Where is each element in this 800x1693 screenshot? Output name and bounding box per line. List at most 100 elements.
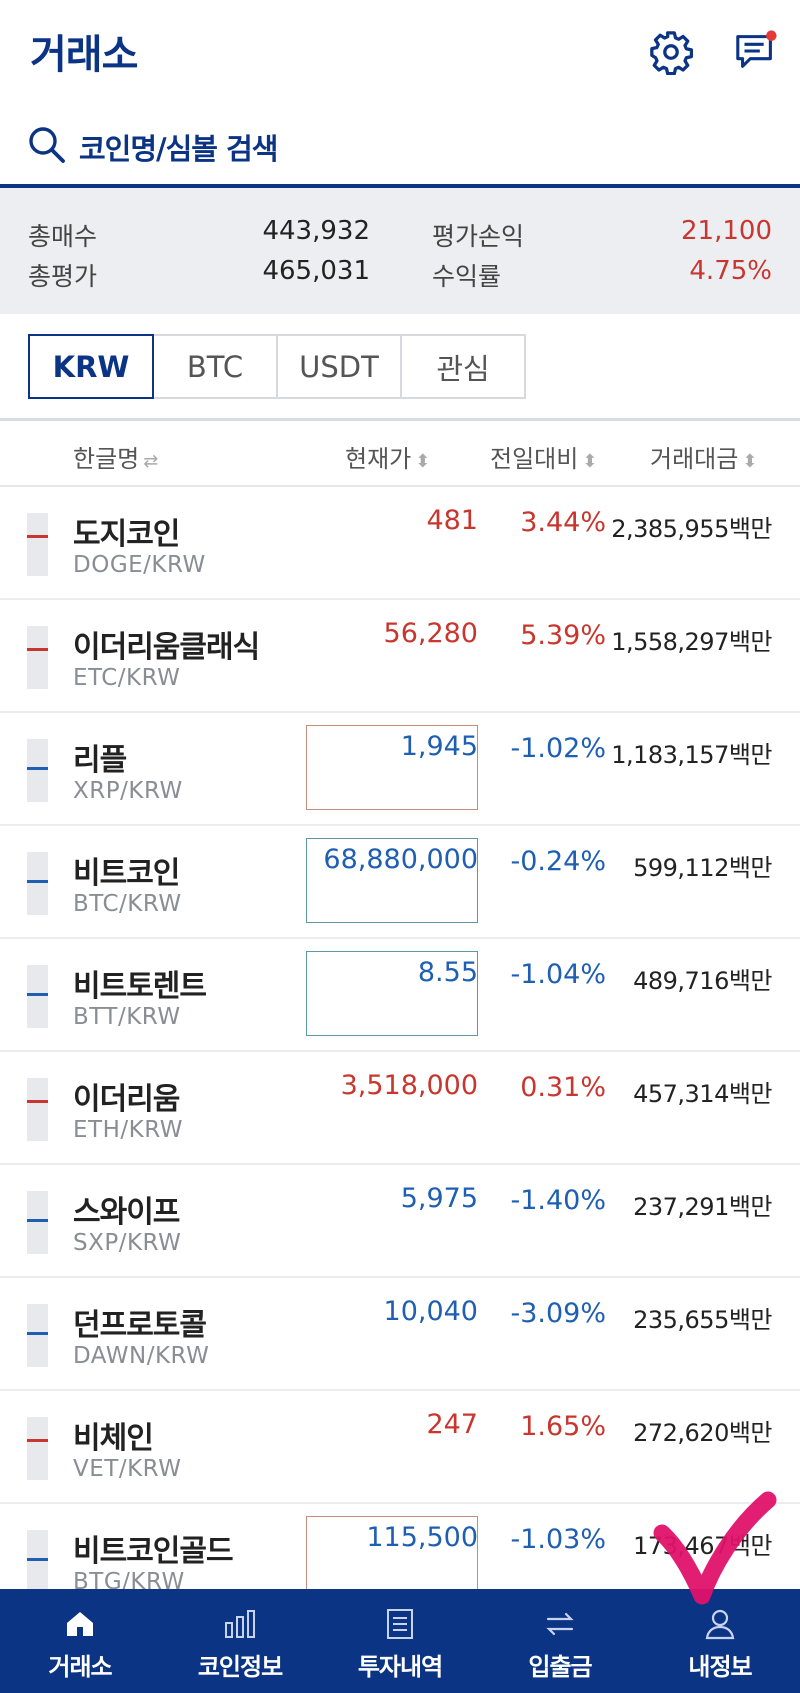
mini-candle-chart bbox=[27, 1304, 48, 1367]
pnl-value: 21,100 bbox=[681, 216, 772, 246]
sort-change-header[interactable]: 전일대비 ⬍ bbox=[490, 439, 597, 474]
search-input[interactable]: 코인명/심볼 검색 bbox=[79, 126, 278, 168]
coin-row[interactable]: 비체인 VET/KRW 247 1.65% 272,620백만 bbox=[0, 1391, 800, 1504]
mini-candle-chart bbox=[27, 513, 48, 576]
nav-coin-info-label: 코인정보 bbox=[197, 1653, 283, 1681]
mini-candle-line bbox=[27, 880, 48, 883]
coin-symbol: BTT/KRW bbox=[73, 1004, 181, 1030]
coin-name: 스와이프 bbox=[73, 1195, 180, 1230]
coin-price: 10,040 bbox=[383, 1296, 478, 1327]
column-header: 한글명 ⇄ 현재가 ⬍ 전일대비 ⬍ 거래대금 ⬍ bbox=[0, 421, 800, 487]
home-icon bbox=[67, 1612, 93, 1636]
mini-candle-chart bbox=[27, 739, 48, 802]
coin-volume: 235,655백만 bbox=[633, 1306, 772, 1334]
coin-symbol: XRP/KRW bbox=[73, 778, 183, 804]
nav-history-label: 투자내역 bbox=[357, 1653, 443, 1681]
coin-row[interactable]: 이더리움클래식 ETC/KRW 56,280 5.39% 1,558,297백만 bbox=[0, 600, 800, 713]
coin-name: 이더리움 bbox=[73, 1082, 180, 1117]
coin-symbol: ETH/KRW bbox=[73, 1117, 183, 1143]
mini-candle-line bbox=[27, 1558, 48, 1561]
coin-change: -1.40% bbox=[510, 1185, 606, 1216]
sort-icon: ⬍ bbox=[415, 451, 431, 472]
sort-icon: ⬍ bbox=[582, 451, 598, 472]
coin-price: 481 bbox=[426, 505, 478, 536]
tab-krw[interactable]: KRW bbox=[28, 334, 154, 399]
nav-history[interactable]: 투자내역 bbox=[320, 1589, 480, 1693]
nav-my-info[interactable]: 내정보 bbox=[640, 1589, 800, 1693]
mini-candle-line bbox=[27, 1439, 48, 1442]
coin-price: 68,880,000 bbox=[323, 844, 478, 875]
column-volume-label: 거래대금 bbox=[650, 445, 739, 473]
user-icon bbox=[705, 1609, 735, 1640]
tab-usdt[interactable]: USDT bbox=[276, 334, 402, 399]
coin-price: 1,945 bbox=[400, 731, 478, 762]
coin-name: 비트코인골드 bbox=[73, 1534, 234, 1569]
coin-row[interactable]: 비트토렌트 BTT/KRW 8.55 -1.04% 489,716백만 bbox=[0, 939, 800, 1052]
coin-row[interactable]: 비트코인 BTC/KRW 68,880,000 -0.24% 599,112백만 bbox=[0, 826, 800, 939]
coin-volume: 1,183,157백만 bbox=[611, 741, 772, 769]
return-label: 수익률 bbox=[432, 262, 502, 291]
coin-price: 56,280 bbox=[383, 618, 478, 649]
column-name-label: 한글명 bbox=[73, 445, 140, 473]
coin-volume: 599,112백만 bbox=[633, 854, 772, 882]
coin-volume: 1,558,297백만 bbox=[611, 628, 772, 656]
coin-symbol: DAWN/KRW bbox=[73, 1343, 210, 1369]
mini-candle-chart bbox=[27, 965, 48, 1028]
total-buy-label: 총매수 bbox=[28, 222, 98, 251]
return-value: 4.75% bbox=[689, 256, 772, 286]
mini-candle-line bbox=[27, 1332, 48, 1335]
coin-symbol: DOGE/KRW bbox=[73, 552, 206, 578]
coin-volume: 457,314백만 bbox=[633, 1080, 772, 1108]
column-price-label: 현재가 bbox=[345, 445, 412, 473]
nav-coin-info[interactable]: 코인정보 bbox=[160, 1589, 320, 1693]
coin-change: 3.44% bbox=[520, 507, 606, 538]
mini-candle-chart bbox=[27, 852, 48, 915]
mini-candle-chart bbox=[27, 626, 48, 689]
mini-candle-line bbox=[27, 767, 48, 770]
coin-row[interactable]: 리플 XRP/KRW 1,945 -1.02% 1,183,157백만 bbox=[0, 713, 800, 826]
coin-change: 5.39% bbox=[520, 620, 606, 651]
coin-volume: 272,620백만 bbox=[633, 1419, 772, 1447]
document-icon bbox=[387, 1609, 413, 1639]
search-icon bbox=[29, 127, 65, 163]
tab-favorites[interactable]: 관심 bbox=[400, 334, 526, 399]
sort-name-header[interactable]: 한글명 ⇄ bbox=[73, 439, 158, 474]
coin-volume: 237,291백만 bbox=[633, 1193, 772, 1221]
mini-candle-line bbox=[27, 1100, 48, 1103]
coin-name: 던프로토콜 bbox=[73, 1308, 207, 1343]
search-bar[interactable]: 코인명/심볼 검색 bbox=[0, 110, 800, 188]
coin-name: 도지코인 bbox=[73, 517, 180, 552]
coin-symbol: SXP/KRW bbox=[73, 1230, 182, 1256]
coin-volume: 173,467백만 bbox=[633, 1532, 772, 1560]
nav-exchange-label: 거래소 bbox=[48, 1653, 112, 1681]
sort-price-header[interactable]: 현재가 ⬍ bbox=[345, 439, 430, 474]
coin-change: -3.09% bbox=[510, 1298, 606, 1329]
coin-price: 5,975 bbox=[400, 1183, 478, 1214]
gear-icon[interactable] bbox=[648, 29, 694, 75]
total-buy-value: 443,932 bbox=[262, 216, 370, 246]
sort-volume-header[interactable]: 거래대금 ⬍ bbox=[650, 439, 757, 474]
coin-row[interactable]: 던프로토콜 DAWN/KRW 10,040 -3.09% 235,655백만 bbox=[0, 1278, 800, 1391]
coin-volume: 489,716백만 bbox=[633, 967, 772, 995]
portfolio-summary: 총매수 443,932 총평가 465,031 평가손익 21,100 수익률 … bbox=[0, 188, 800, 314]
swap-sort-icon: ⇄ bbox=[143, 451, 159, 472]
bar-chart-icon bbox=[225, 1610, 255, 1638]
tab-btc[interactable]: BTC bbox=[152, 334, 278, 399]
market-tabs: KRW BTC USDT 관심 bbox=[28, 334, 526, 399]
coin-name: 비트코인 bbox=[73, 856, 180, 891]
nav-deposit-withdraw-label: 입출금 bbox=[528, 1653, 592, 1681]
coin-symbol: ETC/KRW bbox=[73, 665, 181, 691]
coin-price: 247 bbox=[426, 1409, 478, 1440]
nav-deposit-withdraw[interactable]: 입출금 bbox=[480, 1589, 640, 1693]
mini-candle-line bbox=[27, 648, 48, 651]
coin-row[interactable]: 도지코인 DOGE/KRW 481 3.44% 2,385,955백만 bbox=[0, 487, 800, 600]
coin-list: 도지코인 DOGE/KRW 481 3.44% 2,385,955백만 이더리움… bbox=[0, 487, 800, 1617]
nav-exchange[interactable]: 거래소 bbox=[0, 1589, 160, 1693]
coin-row[interactable]: 이더리움 ETH/KRW 3,518,000 0.31% 457,314백만 bbox=[0, 1052, 800, 1165]
coin-name: 비트토렌트 bbox=[73, 969, 207, 1004]
chat-icon[interactable] bbox=[733, 28, 779, 74]
coin-name: 이더리움클래식 bbox=[73, 630, 260, 665]
coin-change: -0.24% bbox=[510, 846, 606, 877]
coin-row[interactable]: 스와이프 SXP/KRW 5,975 -1.40% 237,291백만 bbox=[0, 1165, 800, 1278]
coin-price: 115,500 bbox=[366, 1522, 478, 1553]
